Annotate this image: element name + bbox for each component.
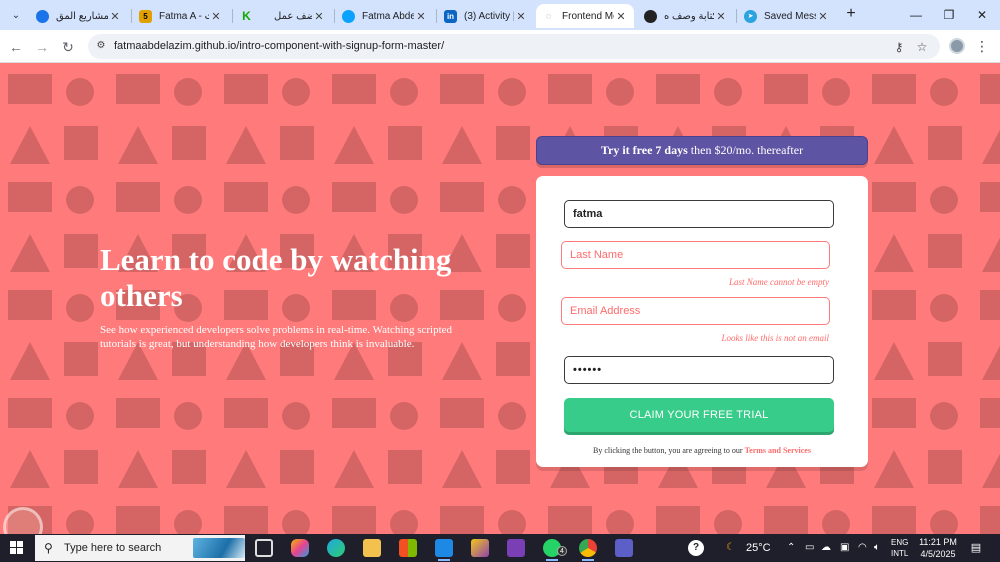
bookmark-star-icon[interactable]: ☆ [914, 39, 930, 55]
language-indicator[interactable]: ENG INTL [891, 537, 908, 559]
hero-title: Learn to code by watching others [100, 242, 452, 313]
hero-description: See how experienced developers solve pro… [100, 324, 453, 350]
address-bar[interactable]: ⚙ fatmaabdelazim.github.io/intro-compone… [88, 34, 940, 59]
close-icon[interactable]: ✕ [714, 10, 728, 23]
claim-trial-button[interactable]: CLAIM YOUR FREE TRIAL [564, 398, 834, 432]
display-icon[interactable]: ▣ [840, 540, 849, 556]
trial-banner-rest: then $20/mo. thereafter [687, 143, 804, 157]
openai-icon [644, 9, 657, 23]
close-window-button[interactable]: ✕ [970, 5, 994, 25]
copilot-icon[interactable] [291, 539, 309, 557]
email-error: Looks like this is not an email [721, 333, 830, 343]
close-icon[interactable]: ✕ [209, 10, 223, 23]
volume-icon[interactable]: 🔈︎ [874, 540, 880, 556]
system-clock[interactable]: 11:21 PM 4/5/2025 [918, 536, 958, 560]
tab-fatma-abde[interactable]: Fatma Abde ✕ [336, 4, 434, 28]
signup-card: fatma Last Name Last Name cannot be empt… [536, 176, 868, 467]
vscode-icon[interactable] [435, 539, 453, 561]
tab-separator [736, 9, 737, 23]
microsoft-store-icon[interactable] [399, 539, 417, 557]
tab-saved-messages[interactable]: ➤ Saved Messa ✕ [738, 4, 836, 28]
close-icon[interactable]: ✕ [414, 10, 428, 23]
trial-banner-bold: Try it free 7 days [600, 143, 688, 157]
windows-start-icon[interactable] [10, 541, 24, 555]
number-five-icon: 5 [139, 9, 152, 23]
tab-separator [334, 9, 335, 23]
password-input[interactable]: •••••• [564, 356, 834, 384]
terms-prefix: By clicking the button, you are agreeing… [593, 446, 745, 455]
close-icon[interactable]: ✕ [514, 10, 528, 23]
weather-temperature[interactable]: 25°C [746, 540, 771, 556]
cloud-icon[interactable]: ☁ [821, 540, 831, 556]
terms-text: By clicking the button, you are agreeing… [536, 446, 868, 455]
first-name-input[interactable]: fatma [564, 200, 834, 228]
help-icon[interactable]: ? [688, 540, 704, 556]
whatsapp-badge: 4 [557, 546, 567, 556]
profile-avatar[interactable] [949, 38, 965, 54]
ring-icon [342, 9, 355, 23]
page-viewport: Learn to code by watching others See how… [0, 64, 1000, 534]
tab-separator [131, 9, 132, 23]
close-icon[interactable]: ✕ [614, 10, 628, 23]
last-name-input[interactable]: Last Name [561, 241, 830, 269]
browser-menu-icon[interactable]: ⋮ [975, 38, 989, 54]
back-arrow-icon[interactable]: ← [6, 37, 26, 57]
tab-projects[interactable]: المشاريع المق ✕ [30, 4, 128, 28]
battery-icon[interactable]: ▭ [805, 540, 814, 556]
tab-write-description[interactable]: كتابة وصف ه ✕ [638, 4, 734, 28]
wifi-icon[interactable]: ◠ [858, 540, 867, 556]
telegram-icon: ➤ [744, 9, 757, 23]
url-text[interactable]: fatmaabdelazim.github.io/intro-component… [114, 40, 444, 52]
site-settings-icon[interactable]: ⚙ [94, 39, 108, 53]
taskbar-search-placeholder: Type here to search [64, 542, 162, 554]
file-explorer-icon[interactable] [363, 539, 381, 557]
last-name-error: Last Name cannot be empty [729, 277, 829, 287]
search-icon: ⚲ [44, 541, 53, 555]
visual-studio-icon[interactable] [507, 539, 525, 557]
tab-search-chevron-icon[interactable]: ⌄ [6, 5, 26, 25]
tab-fatma-a[interactable]: 5 Fatma A - ث. ✕ [133, 4, 229, 28]
tab-separator [436, 9, 437, 23]
new-tab-button[interactable]: + [842, 5, 860, 23]
restore-button[interactable]: ❐ [937, 5, 961, 25]
edge-icon[interactable] [327, 539, 345, 557]
frontend-mentor-icon: ◌ [545, 11, 552, 21]
hero-section: Learn to code by watching others See how… [100, 242, 460, 351]
terms-link[interactable]: Terms and Services [745, 446, 811, 455]
k-logo-icon: K [242, 9, 251, 23]
tab-linkedin-activity[interactable]: in (3) Activity | ✕ [438, 4, 534, 28]
forward-arrow-icon[interactable]: → [32, 37, 52, 57]
trial-banner: Try it free 7 days then $20/mo. thereaft… [536, 136, 868, 165]
tab-separator [232, 9, 233, 23]
chevron-up-icon[interactable]: ⌃ [787, 540, 795, 556]
close-icon[interactable]: ✕ [312, 10, 326, 23]
linkedin-icon: in [444, 9, 457, 23]
reload-icon[interactable]: ↻ [58, 37, 78, 57]
browser-toolbar: ← → ↻ ⚙ fatmaabdelazim.github.io/intro-c… [0, 30, 1000, 63]
spinner-icon [36, 9, 49, 23]
key-icon[interactable]: ⚷ [891, 39, 907, 55]
chrome-icon[interactable] [579, 539, 597, 561]
tab-frontend-mentor[interactable]: ◌ Frontend Me ✕ [536, 4, 634, 28]
tab-add-work[interactable]: K أضف عمل ✕ [234, 4, 332, 28]
notifications-icon[interactable]: ▤ [968, 540, 984, 556]
search-highlight-image [193, 538, 245, 558]
paint-icon[interactable] [471, 539, 489, 557]
minimize-button[interactable]: — [904, 5, 928, 25]
close-icon[interactable]: ✕ [816, 10, 830, 23]
weather-moon-icon: ☾ [726, 542, 735, 553]
tab-strip: ⌄ المشاريع المق ✕ 5 Fatma A - ث. ✕ K أضف… [0, 0, 1000, 30]
teams-icon[interactable] [615, 539, 633, 557]
task-view-icon[interactable] [255, 539, 273, 557]
windows-taskbar: ⚲ Type here to search [0, 534, 1000, 562]
close-icon[interactable]: ✕ [108, 10, 122, 23]
email-input[interactable]: Email Address [561, 297, 830, 325]
